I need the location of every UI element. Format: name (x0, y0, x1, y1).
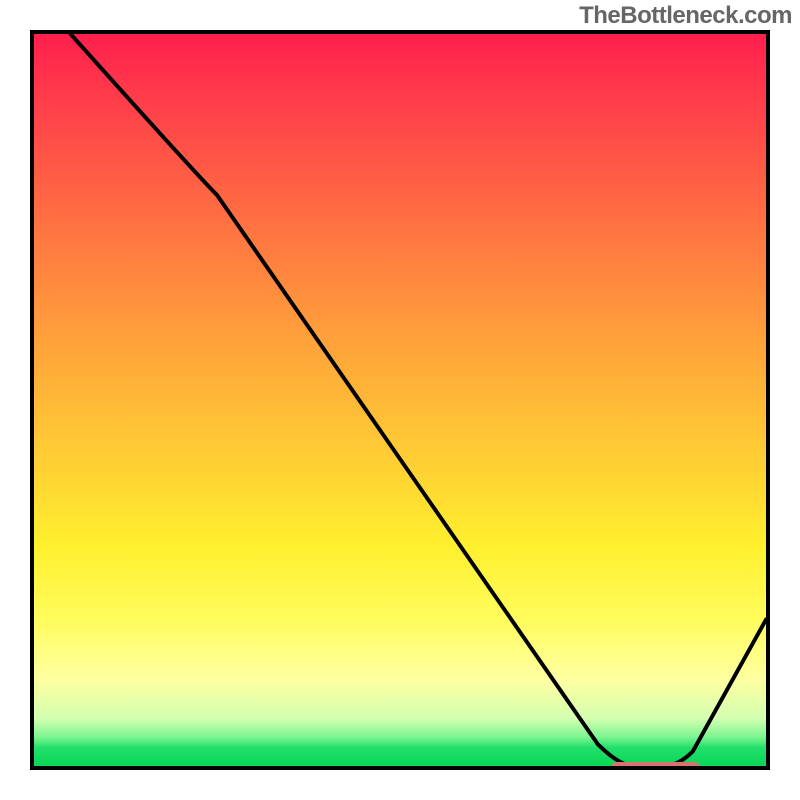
chart-frame: TheBottleneck.com (0, 0, 800, 800)
plot-area (30, 30, 770, 770)
optimal-range-marker (611, 762, 700, 770)
curve-path (34, 34, 766, 766)
watermark-text: TheBottleneck.com (579, 2, 792, 30)
bottleneck-curve (34, 34, 766, 766)
